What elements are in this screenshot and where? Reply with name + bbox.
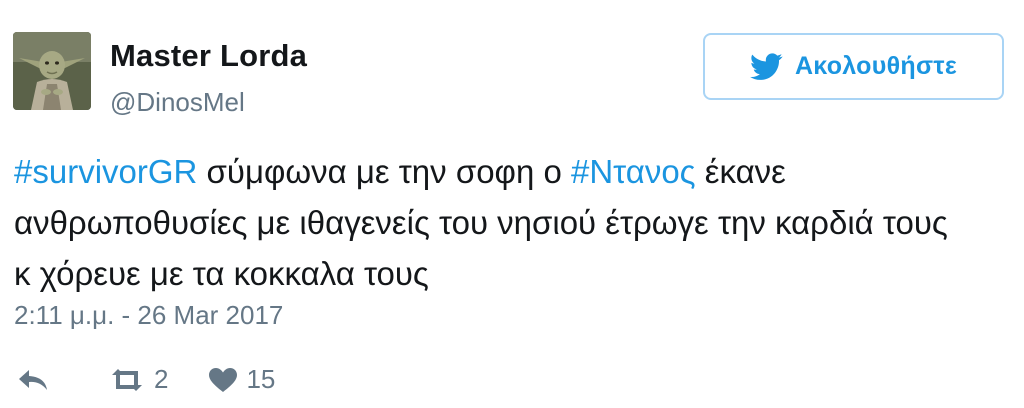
tweet-timestamp[interactable]: 2:11 μ.μ. - 26 Mar 2017 <box>14 300 283 331</box>
yoda-avatar-icon <box>13 32 91 110</box>
retweet-icon <box>112 368 142 391</box>
tweet-line-1: #survivorGR σύμφωνα με την σοφη ο #Ντανο… <box>14 146 1014 197</box>
like-count: 15 <box>246 364 276 394</box>
reply-button[interactable] <box>16 367 50 393</box>
tweet-text: #survivorGR σύμφωνα με την σοφη ο #Ντανο… <box>14 146 1014 299</box>
user-handle[interactable]: @DinosMel <box>110 87 245 118</box>
tweet-line-2: ανθρωποθυσίες με ιθαγενείς του νησιού έτ… <box>14 204 948 241</box>
follow-button[interactable]: Ακολουθήστε <box>703 33 1004 100</box>
reply-icon <box>19 369 47 390</box>
hashtag-link[interactable]: #Ντανος <box>571 153 696 190</box>
tweet-actions: 2 15 <box>16 364 275 395</box>
follow-button-label: Ακολουθήστε <box>794 52 958 80</box>
tweet-text-segment: σύμφωνα με την σοφη ο <box>197 153 571 190</box>
retweet-button[interactable]: 2 <box>108 364 168 395</box>
retweet-count: 2 <box>154 364 169 394</box>
user-display-name[interactable]: Master Lorda <box>110 38 307 74</box>
twitter-bird-icon <box>749 52 783 80</box>
like-button[interactable]: 15 <box>208 364 275 395</box>
tweet-text-segment: έκανε <box>695 153 786 190</box>
heart-icon <box>209 367 238 392</box>
hashtag-link[interactable]: #survivorGR <box>14 153 197 190</box>
tweet-line-3: κ χόρευε με τα κοκκαλα τους <box>14 255 429 292</box>
avatar[interactable] <box>13 32 91 110</box>
